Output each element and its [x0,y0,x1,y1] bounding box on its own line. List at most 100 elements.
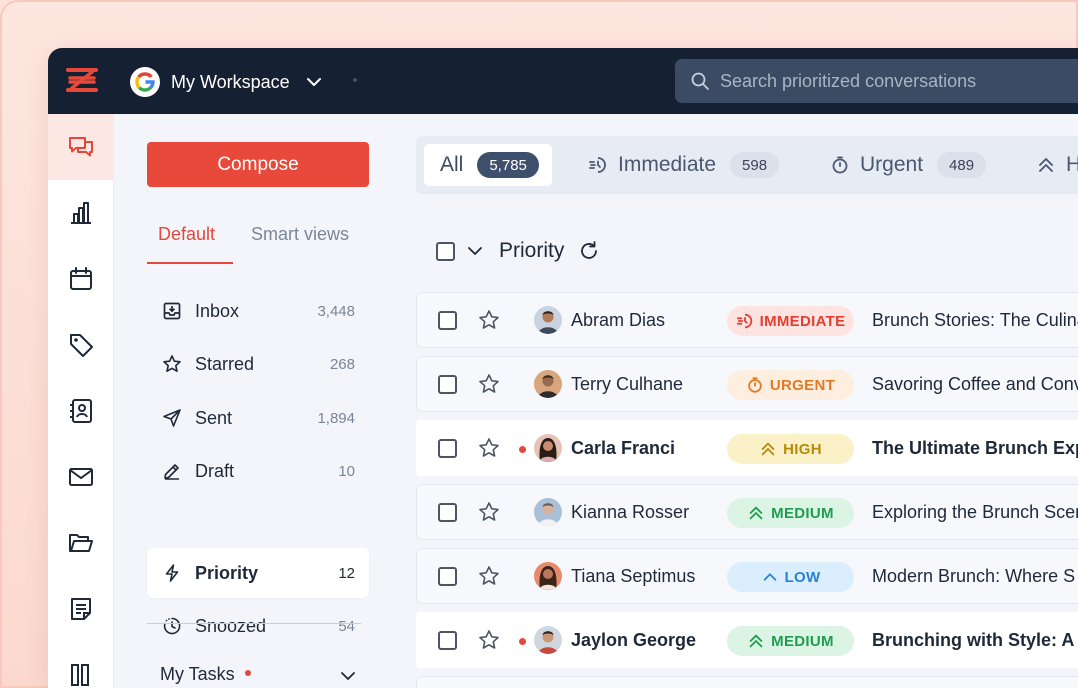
priority-badge: HIGH [727,434,854,464]
rail-calendar[interactable] [48,246,114,312]
priority-badge: LOW [727,562,854,592]
priority-filter-bar: All 5,785 Immediate 598 Urgent 489 H [416,136,1078,194]
double-chevron-up-icon [749,634,763,648]
compose-button[interactable]: Compose [147,142,369,187]
avatar [534,370,562,398]
folder-label: Draft [195,460,235,481]
filter-immediate[interactable]: Immediate 598 [588,144,780,186]
table-row[interactable]: Abram Dias IMMEDIATE Brunch Stories: The… [416,292,1078,348]
priority-label: HIGH [783,440,822,458]
priority-badge: MEDIUM [727,626,854,656]
rail-conversations[interactable] [48,114,114,180]
folder-starred[interactable]: Starred 268 [147,339,369,389]
search-input[interactable] [720,70,1078,92]
top-bar: My Workspace [48,48,1078,114]
sender-name: Carla Franci [571,438,676,458]
star-icon[interactable] [477,372,501,396]
priority-badge: MEDIUM [727,498,854,528]
priority-label: MEDIUM [771,632,834,650]
table-row[interactable]: Jaylon George MEDIUM Brunching with Styl… [416,612,1078,668]
filter-count-badge: 598 [730,152,780,178]
workspace-switcher[interactable]: My Workspace [130,67,324,97]
star-icon[interactable] [477,500,501,524]
rail-notes[interactable] [48,576,114,642]
priority-label: LOW [784,568,821,586]
folder-label: Sent [195,407,233,428]
inbox-icon [163,302,181,320]
rail-mail[interactable] [48,444,114,510]
tab-smart-views[interactable]: Smart views [251,224,349,245]
immediate-icon [589,157,606,173]
subject: Exploring the Brunch Scen [872,502,1078,522]
icon-rail [48,114,114,688]
notes-icon [71,598,91,620]
row-checkbox[interactable] [438,374,457,394]
bar-chart-icon [71,202,91,224]
notification-dot [244,669,251,676]
folder-snoozed[interactable]: Snoozed 54 [147,601,369,651]
subject: The Ultimate Brunch Expe [872,438,1078,458]
avatar [534,498,562,526]
avatar [534,306,562,334]
star-icon[interactable] [477,308,501,332]
rail-contacts[interactable] [48,378,114,444]
table-row[interactable]: Terry Culhane URGENT Savoring Coffee and… [416,356,1078,412]
folder-priority[interactable]: Priority 12 [147,548,369,598]
chevron-down-icon[interactable] [339,667,357,685]
folder-sent[interactable]: Sent 1,894 [147,393,369,443]
conversation-list-area: All 5,785 Immediate 598 Urgent 489 H Pri… [416,114,1078,688]
rail-tags[interactable] [48,312,114,378]
stopwatch-icon [832,156,848,174]
send-icon [163,409,181,427]
rail-files[interactable] [48,510,114,576]
star-icon[interactable] [477,436,501,460]
star-icon[interactable] [477,564,501,588]
subject: Modern Brunch: Where S [872,566,1076,586]
google-icon [130,67,160,97]
star-icon[interactable] [477,628,501,652]
tab-default[interactable]: Default [158,224,215,245]
table-row[interactable] [416,676,1078,688]
search-box[interactable] [675,59,1078,103]
my-tasks-label: My Tasks [160,664,235,684]
pencil-icon [164,464,179,480]
filter-urgent[interactable]: Urgent 489 [830,144,987,186]
list-header: Priority [436,236,600,266]
filter-all[interactable]: All 5,785 [424,144,552,186]
columns-icon [71,664,89,686]
rail-analytics[interactable] [48,180,114,246]
row-checkbox[interactable] [438,630,457,650]
folder-count: 10 [338,462,355,480]
star-icon [163,355,181,372]
table-row[interactable]: Kianna Rosser MEDIUM Exploring the Brunc… [416,484,1078,540]
chevron-down-icon[interactable] [465,241,485,261]
folder-count: 12 [338,564,355,582]
avatar [534,626,562,654]
row-checkbox[interactable] [438,438,457,458]
filter-label: H [1066,153,1078,176]
view-tabs: Default Smart views [147,224,369,264]
snooze-icon [163,617,181,635]
folder-label: Inbox [195,300,240,321]
table-row[interactable]: Carla Franci HIGH The Ultimate Brunch Ex… [416,420,1078,476]
app-logo-icon[interactable] [64,62,100,98]
folder-draft[interactable]: Draft 10 [147,446,369,496]
double-chevron-up-icon [749,506,763,520]
select-all-checkbox[interactable] [436,241,455,261]
folder-label: Priority [195,562,259,583]
separator-dot [353,78,357,82]
rail-boards[interactable] [48,642,114,688]
refresh-icon[interactable] [578,240,600,262]
row-checkbox[interactable] [438,310,457,330]
my-tasks-section[interactable]: My Tasks [160,664,251,685]
sender-name: Tiana Septimus [571,566,696,586]
folder-count: 54 [338,617,355,635]
row-checkbox[interactable] [438,502,457,522]
table-row[interactable]: Tiana Septimus LOW Modern Brunch: Where … [416,548,1078,604]
folder-inbox[interactable]: Inbox 3,448 [147,286,369,336]
priority-badge: IMMEDIATE [727,306,854,336]
filter-high[interactable]: H [1036,144,1078,186]
chevron-up-icon [763,573,776,581]
row-checkbox[interactable] [438,566,457,586]
folder-count: 1,894 [317,409,355,427]
